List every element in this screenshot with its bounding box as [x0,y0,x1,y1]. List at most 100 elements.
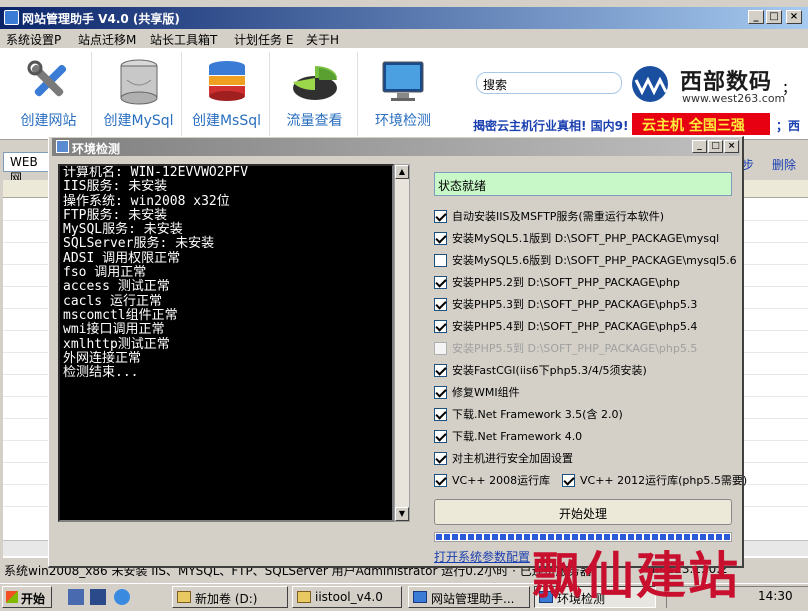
checkbox-box[interactable] [434,451,447,465]
maximize-button[interactable]: □ [766,10,782,24]
console-scrollbar[interactable]: ▲ ▼ [394,164,410,522]
env-check-button[interactable]: 环境检测 [360,52,446,138]
vc2008-checkbox[interactable]: VC++ 2008运行库 [434,472,550,490]
task-site-manager[interactable]: 网站管理助手... [408,586,530,608]
install-option-label: 修复WMI组件 [452,386,520,399]
log-line: 操作系统: win2008 x32位 [63,193,230,209]
install-option-checkbox[interactable]: 安装FastCGI(iis6下php5.3/4/5须安装) [434,362,647,380]
dialog-maximize-button[interactable]: □ [708,140,723,153]
log-line: SQLServer服务: 未安装 [63,236,215,252]
menu-system-settings[interactable]: 系统设置P [6,31,61,48]
install-option-label: 安装PHP5.2到 D:\SOFT_PHP_PACKAGE\php [452,276,680,289]
log-line: IIS服务: 未安装 [63,179,168,195]
checkbox-box[interactable] [434,407,447,421]
create-site-label: 创建网站 [20,113,77,129]
show-desktop-icon[interactable] [90,589,106,605]
menu-webmaster-tools[interactable]: 站长工具箱T [150,31,217,48]
start-button[interactable]: 开始 [2,586,52,608]
open-config-link[interactable]: 打开系统参数配置 [434,548,530,565]
tools-icon [23,58,75,106]
dialog-app-icon [56,140,69,153]
log-line: cacls 运行正常 [63,293,162,309]
database-icon [113,58,165,106]
vc2008-label: VC++ 2008运行库 [452,474,551,487]
install-option-label: 对主机进行安全加固设置 [452,452,573,465]
install-option-label: 安装PHP5.3到 D:\SOFT_PHP_PACKAGE\php5.3 [452,298,698,311]
env-check-label: 环境检测 [375,113,431,129]
create-mysql-label: 创建MySql [103,113,174,129]
checkbox-box[interactable] [434,253,447,267]
checkbox-box[interactable] [434,363,447,377]
log-line: 检测结束... [63,365,139,381]
clock: 14:30 [758,589,793,603]
server-manager-icon[interactable] [68,589,84,605]
log-line: wmi接口调用正常 [63,322,165,338]
brand-url: www.west263.com [682,92,786,105]
dialog-titlebar[interactable]: 环境检测 _ □ × [52,138,740,156]
menu-scheduled-tasks[interactable]: 计划任务 E [234,31,293,48]
database-stack-icon [201,58,253,106]
check-log-console[interactable]: 计算机名: WIN-12EVVWO2PFV IIS服务: 未安装 操作系统: w… [58,164,394,522]
start-process-button[interactable]: 开始处理 [434,499,732,525]
checkbox-box[interactable] [434,231,447,245]
search-input[interactable]: 搜索 [476,72,622,94]
west263-logo-icon[interactable] [628,64,674,104]
vc2012-label: VC++ 2012运行库(php5.5需要) [580,474,748,487]
vc2012-checkbox[interactable]: VC++ 2012运行库(php5.5需要) [562,472,747,490]
install-option-checkbox[interactable]: 下载.Net Framework 3.5(含 2.0) [434,406,623,424]
checkbox-box[interactable] [434,429,447,443]
delete-link[interactable]: 删除 [772,156,796,173]
web-tab[interactable]: WEB网 [3,152,49,185]
install-option-checkbox[interactable]: 安装PHP5.4到 D:\SOFT_PHP_PACKAGE\php5.4 [434,318,697,336]
status-field[interactable]: 状态就绪 [434,172,732,196]
install-option-checkbox[interactable]: 修复WMI组件 [434,384,520,402]
checkbox-box[interactable] [434,297,447,311]
checkbox-box[interactable] [562,473,575,487]
ad-link-more[interactable]: ；西 [776,117,800,134]
traffic-view-button[interactable]: 流量查看 [272,52,358,138]
checkbox-box[interactable] [434,275,447,289]
checkbox-box[interactable] [434,209,447,223]
install-option-label: 安装MySQL5.6版到 D:\SOFT_PHP_PACKAGE\mysql5.… [452,254,737,267]
brand-separator: ； [782,81,796,97]
app-icon [413,591,427,603]
task-new-volume[interactable]: 新加卷 (D:) [172,586,288,608]
install-option-checkbox[interactable]: 安装MySQL5.1版到 D:\SOFT_PHP_PACKAGE\mysql [434,230,719,248]
scroll-down-arrow-icon[interactable]: ▼ [395,507,409,521]
task-iistool[interactable]: iistool_v4.0 [292,586,402,608]
log-line: fso 调用正常 [63,265,147,281]
install-option-checkbox[interactable]: 下载.Net Framework 4.0 [434,428,582,446]
close-button[interactable]: × [786,10,802,24]
checkbox-box [434,341,447,355]
install-option-checkbox[interactable]: 对主机进行安全加固设置 [434,450,573,468]
checkbox-box[interactable] [434,473,447,487]
ad-link-cloud-truth[interactable]: 揭密云主机行业真相! 国内9! [473,117,629,134]
install-option-checkbox[interactable]: 自动安装IIS及MSFTP服务(需重运行本软件) [434,208,664,226]
minimize-button[interactable]: _ [748,10,764,24]
checkbox-box[interactable] [434,385,447,399]
checkbox-box[interactable] [434,319,447,333]
folder-icon [297,591,311,603]
create-mssql-button[interactable]: 创建MsSql [184,52,270,138]
install-option-label: 下载.Net Framework 4.0 [452,430,583,443]
install-option-checkbox: 安装PHP5.5到 D:\SOFT_PHP_PACKAGE\php5.5 [434,340,697,358]
install-option-checkbox[interactable]: 安装PHP5.3到 D:\SOFT_PHP_PACKAGE\php5.3 [434,296,697,314]
install-option-checkbox[interactable]: 安装PHP5.2到 D:\SOFT_PHP_PACKAGE\php [434,274,680,292]
internet-explorer-icon[interactable] [114,589,130,605]
ad-banner-cloud-host[interactable]: 云主机 全国三强 [632,113,770,135]
install-option-checkbox[interactable]: 安装MySQL5.6版到 D:\SOFT_PHP_PACKAGE\mysql5.… [434,252,737,270]
create-site-button[interactable]: 创建网站 [6,52,92,138]
dialog-close-button[interactable]: × [724,140,739,153]
main-window-titlebar[interactable]: 网站管理助手 V4.0 (共享版) _ □ × [0,7,808,29]
task-label: 网站管理助手... [431,592,515,606]
monitor-icon [377,58,429,106]
install-option-label: 安装FastCGI(iis6下php5.3/4/5须安装) [452,364,647,377]
menu-about[interactable]: 关于H [306,31,339,48]
dialog-minimize-button[interactable]: _ [692,140,707,153]
scroll-up-arrow-icon[interactable]: ▲ [395,165,409,179]
install-option-label: 下载.Net Framework 3.5(含 2.0) [452,408,623,421]
menu-site-migration[interactable]: 站点迁移M [78,31,136,48]
create-mysql-button[interactable]: 创建MySql [96,52,182,138]
log-line: ADSI 调用权限正常 [63,250,181,266]
watermark-text: 飘仙建站 [532,546,740,605]
